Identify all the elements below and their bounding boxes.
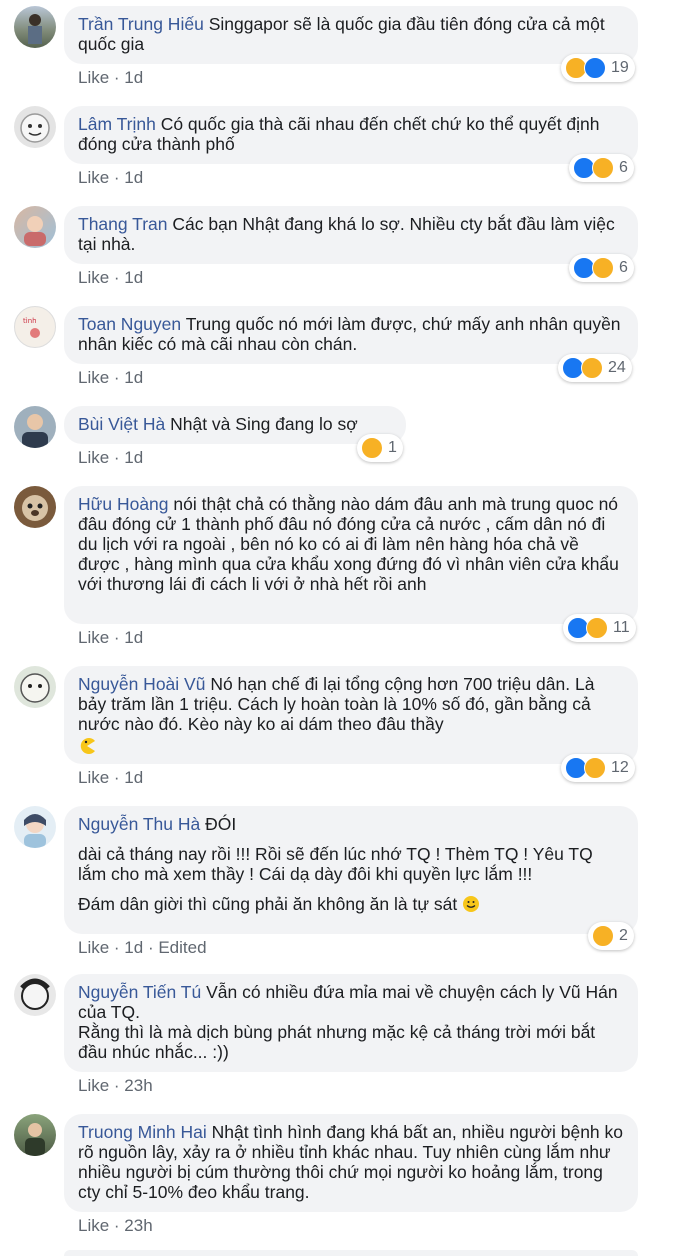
comment-author[interactable]: Lâm Trịnh <box>78 114 156 134</box>
like-link[interactable]: Like <box>78 628 109 647</box>
reactions-badge[interactable]: 1 <box>357 434 403 462</box>
avatar[interactable]: tình <box>14 306 56 348</box>
like-link[interactable]: Like <box>78 768 109 787</box>
comment-bubble: Toan Nguyen Trung quốc nó mới làm được, … <box>64 306 638 364</box>
avatar[interactable] <box>14 6 56 48</box>
timestamp[interactable]: 1d <box>124 368 143 387</box>
comment-author[interactable]: Truong Minh Hai <box>78 1122 207 1142</box>
avatar[interactable] <box>14 406 56 448</box>
svg-text:tình: tình <box>23 317 37 325</box>
comment-bubble: Nguyễn Thu Hà ĐÓI dài cả tháng nay rồi !… <box>64 806 638 934</box>
timestamp[interactable]: 23h <box>124 1216 152 1235</box>
comment-bubble: Thang Tran Các bạn Nhật đang khá lo sợ. … <box>64 206 638 264</box>
timestamp[interactable]: 1d <box>124 938 143 957</box>
reaction-count: 12 <box>611 759 629 776</box>
comment-paragraph: Đám dân giời thì cũng phải ăn không ăn l… <box>78 894 624 914</box>
reaction-count: 1 <box>388 439 397 456</box>
like-link[interactable]: Like <box>78 938 109 957</box>
reactions-badge[interactable]: 6 <box>569 254 634 282</box>
comment-author[interactable]: Nguyễn Tiến Tú <box>78 982 201 1002</box>
like-link[interactable]: Like <box>78 68 109 87</box>
haha-icon <box>592 157 614 179</box>
timestamp[interactable]: 23h <box>124 1076 152 1095</box>
comment-meta: Like · 1d <box>78 368 144 387</box>
avatar[interactable] <box>14 106 56 148</box>
haha-icon <box>581 357 603 379</box>
like-link[interactable]: Like <box>78 1216 109 1235</box>
comment-paragraph-text: Đám dân giời thì cũng phải ăn không ăn l… <box>78 894 458 914</box>
avatar[interactable] <box>14 974 56 1016</box>
comment-meta: Like · 23h <box>78 1216 153 1235</box>
like-link[interactable]: Like <box>78 168 109 187</box>
reaction-count: 2 <box>619 927 628 944</box>
avatar[interactable] <box>14 206 56 248</box>
emoji-row <box>78 736 624 756</box>
reaction-count: 24 <box>608 359 626 376</box>
haha-icon <box>584 757 606 779</box>
reaction-count: 19 <box>611 59 629 76</box>
haha-icon <box>592 925 614 947</box>
edited-label[interactable]: Edited <box>158 938 206 957</box>
haha-icon <box>592 257 614 279</box>
reactions-badge[interactable]: 2 <box>588 922 634 950</box>
comment-author[interactable]: Thang Tran <box>78 214 168 234</box>
comment-bubble: Hữu Hoàng nói thật chả có thằng nào dám … <box>64 486 638 624</box>
avatar[interactable] <box>14 806 56 848</box>
comment-meta: Like · 1d <box>78 68 144 87</box>
comment-bubble: Trần Trung Hiếu Singgapor sẽ là quốc gia… <box>64 6 638 64</box>
comment-author[interactable]: Nguyễn Hoài Vũ <box>78 674 205 694</box>
reactions-badge[interactable]: 24 <box>558 354 632 382</box>
comment-meta: Like · 23h <box>78 1076 153 1095</box>
comment-meta: Like · 1d <box>78 268 144 287</box>
comment-paragraph: Rằng thì là mà dịch bùng phát nhưng mặc … <box>78 1022 596 1062</box>
comment-meta: Like · 1d <box>78 168 144 187</box>
timestamp[interactable]: 1d <box>124 768 143 787</box>
like-link[interactable]: Like <box>78 448 109 467</box>
avatar[interactable] <box>14 486 56 528</box>
avatar[interactable] <box>14 666 56 708</box>
timestamp[interactable]: 1d <box>124 68 143 87</box>
like-icon <box>584 57 606 79</box>
comment-author[interactable]: Hữu Hoàng <box>78 494 169 514</box>
timestamp[interactable]: 1d <box>124 628 143 647</box>
like-link[interactable]: Like <box>78 1076 109 1095</box>
comment-author[interactable]: Toan Nguyen <box>78 314 181 334</box>
comment-text: Có quốc gia thà cãi nhau đến chết chứ ko… <box>78 114 600 154</box>
reactions-badge[interactable]: 6 <box>569 154 634 182</box>
like-link[interactable]: Like <box>78 268 109 287</box>
comment-author[interactable]: Bùi Việt Hà <box>78 414 165 434</box>
timestamp[interactable]: 1d <box>124 268 143 287</box>
comment-author[interactable]: Trần Trung Hiếu <box>78 14 204 34</box>
comment-paragraph: dài cả tháng nay rồi !!! Rồi sẽ đến lúc … <box>78 844 593 884</box>
reactions-badge[interactable]: 19 <box>561 54 635 82</box>
comment-author[interactable]: Nguyễn Thu Hà <box>78 814 200 834</box>
like-link[interactable]: Like <box>78 368 109 387</box>
comment-text: Nhật và Sing đang lo sợ <box>170 414 358 434</box>
comment-bubble: Nguyễn Hoài Vũ Nó hạn chế đi lại tổng cộ… <box>64 666 638 764</box>
next-comment-edge <box>64 1250 638 1256</box>
comment-meta: Like · 1d <box>78 768 144 787</box>
reaction-count: 6 <box>619 259 628 276</box>
avatar[interactable] <box>14 1114 56 1156</box>
reaction-count: 11 <box>613 619 630 636</box>
comment-meta: Like · 1d <box>78 628 144 647</box>
comment-bubble: Nguyễn Tiến Tú Vẫn có nhiều đứa mỉa mai … <box>64 974 638 1072</box>
pacman-emoji-icon <box>80 738 95 754</box>
timestamp[interactable]: 1d <box>124 168 143 187</box>
comment-bubble: Lâm Trịnh Có quốc gia thà cãi nhau đến c… <box>64 106 638 164</box>
reaction-count: 6 <box>619 159 628 176</box>
comment-meta: Like · 1d <box>78 448 144 467</box>
smile-emoji-icon <box>463 896 480 912</box>
sad-icon <box>586 617 608 639</box>
haha-icon <box>361 437 383 459</box>
comment-meta: Like · 1d · Edited <box>78 938 207 957</box>
reactions-badge[interactable]: 11 <box>563 614 636 642</box>
timestamp[interactable]: 1d <box>124 448 143 467</box>
comment-bubble: Truong Minh Hai Nhật tình hình đang khá … <box>64 1114 638 1212</box>
comment-bubble: Bùi Việt Hà Nhật và Sing đang lo sợ <box>64 406 406 444</box>
reactions-badge[interactable]: 12 <box>561 754 635 782</box>
comment-text: ĐÓI <box>205 814 237 834</box>
